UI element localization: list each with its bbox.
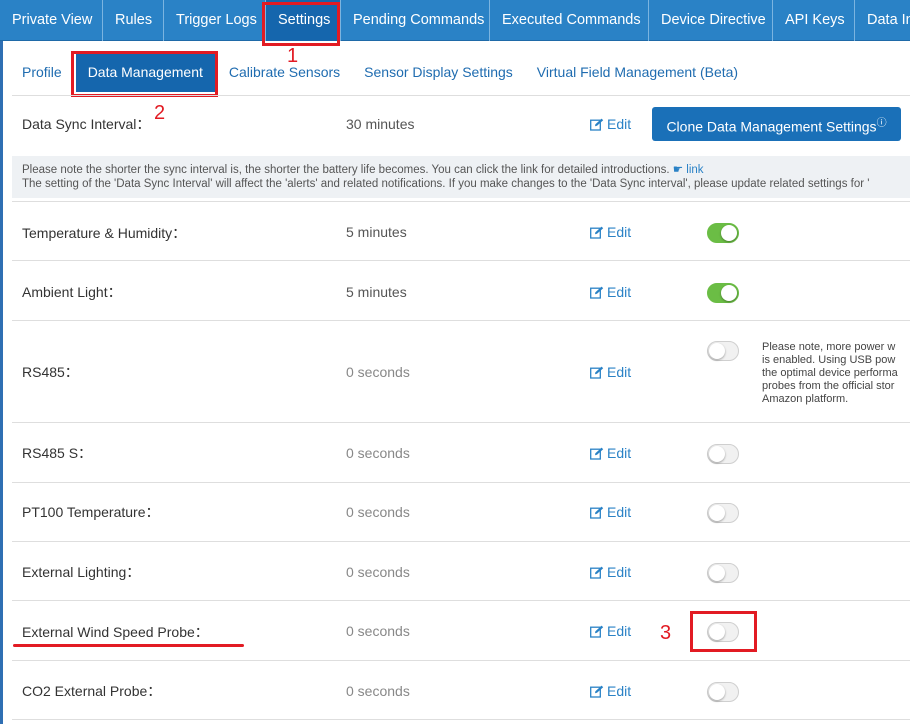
row-label-rs485: RS485： — [22, 364, 79, 380]
tab-data-in[interactable]: Data In — [855, 0, 910, 41]
toggle-external-lighting[interactable] — [707, 563, 739, 583]
toggle-temperature-humidity[interactable] — [707, 223, 739, 243]
toggle-external-wind-speed-probe[interactable] — [707, 622, 739, 642]
divider — [12, 320, 910, 321]
subtab-virtual-field-management[interactable]: Virtual Field Management (Beta) — [525, 52, 750, 92]
edit-link-pt100-temperature[interactable]: Edit — [590, 504, 631, 520]
subtab-sensor-display-settings[interactable]: Sensor Display Settings — [352, 52, 525, 92]
annotation-underline — [13, 644, 244, 647]
data-sync-interval-value: 30 minutes — [346, 116, 415, 132]
edit-link-rs485[interactable]: Edit — [590, 364, 631, 380]
edit-icon — [590, 286, 604, 299]
toggle-rs485-s[interactable] — [707, 444, 739, 464]
row-value-rs485: 0 seconds — [346, 364, 410, 380]
edit-icon — [590, 118, 604, 131]
divider — [12, 201, 910, 202]
annotation-box-data-management — [71, 51, 218, 97]
divider — [12, 541, 910, 542]
row-value-co2-external-probe: 0 seconds — [346, 683, 410, 699]
edit-icon — [590, 685, 604, 698]
edit-icon — [590, 366, 604, 379]
data-sync-interval-label: Data Sync Interval： — [22, 116, 151, 132]
tab-trigger-logs[interactable]: Trigger Logs — [164, 0, 266, 41]
row-value-rs485-s: 0 seconds — [346, 445, 410, 461]
row-label-ambient-light: Ambient Light： — [22, 284, 122, 300]
edit-label: Edit — [607, 504, 632, 520]
edit-link-ambient-light[interactable]: Edit — [590, 284, 631, 300]
row-value-external-wind-speed-probe: 0 seconds — [346, 623, 410, 639]
notice-link-label: link — [686, 164, 704, 176]
edit-label: Edit — [607, 116, 632, 132]
edit-icon — [590, 625, 604, 638]
annotation-number-3: 3 — [660, 622, 672, 644]
edit-icon — [590, 566, 604, 579]
edit-link-rs485-s[interactable]: Edit — [590, 445, 631, 461]
row-value-external-lighting: 0 seconds — [346, 564, 410, 580]
row-label-temperature-humidity: Temperature & Humidity： — [22, 225, 187, 241]
rs485-power-note: Please note, more power w is enabled. Us… — [762, 341, 910, 406]
divider — [12, 719, 910, 720]
tab-private-view[interactable]: Private View — [0, 0, 103, 41]
question-circle-icon: ⓘ — [876, 118, 887, 129]
rs485-note-line: Please note, more power w — [762, 341, 896, 353]
edit-icon — [590, 226, 604, 239]
tab-pending-commands[interactable]: Pending Commands — [341, 0, 490, 41]
edit-link-temperature-humidity[interactable]: Edit — [590, 224, 631, 240]
clone-data-management-settings-button[interactable]: Clone Data Management Settingsⓘ — [652, 107, 901, 141]
toggle-ambient-light[interactable] — [707, 283, 739, 303]
row-value-ambient-light: 5 minutes — [346, 284, 407, 300]
edit-label: Edit — [607, 445, 632, 461]
row-label-rs485-s: RS485 S： — [22, 445, 93, 461]
row-label-external-wind-speed-probe: External Wind Speed Probe： — [22, 624, 209, 640]
edit-label: Edit — [607, 284, 632, 300]
edit-link-co2-external-probe[interactable]: Edit — [590, 683, 631, 699]
notice-line-1: Please note the shorter the sync interva… — [22, 164, 670, 176]
divider — [12, 482, 910, 483]
row-value-pt100-temperature: 0 seconds — [346, 504, 410, 520]
divider — [12, 95, 910, 96]
divider — [12, 660, 910, 661]
tab-rules[interactable]: Rules — [103, 0, 164, 41]
toggle-pt100-temperature[interactable] — [707, 503, 739, 523]
rs485-note-line: is enabled. Using USB pow — [762, 354, 896, 366]
notice-line-2: The setting of the 'Data Sync Interval' … — [22, 178, 870, 190]
left-edge-strip — [0, 0, 3, 724]
clone-button-label: Clone Data Management Settings — [666, 118, 877, 135]
hand-pointer-icon: ☛ — [672, 164, 684, 176]
sync-interval-notice: Please note the shorter the sync interva… — [12, 156, 910, 198]
subtab-calibrate-sensors[interactable]: Calibrate Sensors — [217, 52, 352, 92]
edit-label: Edit — [607, 364, 632, 380]
edit-label: Edit — [607, 224, 632, 240]
top-navigation: Private View Rules Trigger Logs Settings… — [0, 0, 910, 41]
edit-label: Edit — [607, 564, 632, 580]
tab-api-keys[interactable]: API Keys — [773, 0, 855, 41]
divider — [12, 600, 910, 601]
toggle-rs485[interactable] — [707, 341, 739, 361]
edit-link-external-lighting[interactable]: Edit — [590, 564, 631, 580]
rs485-note-line: Amazon platform. — [762, 393, 849, 405]
edit-label: Edit — [607, 623, 632, 639]
annotation-number-2: 2 — [154, 102, 166, 124]
edit-label: Edit — [607, 683, 632, 699]
toggle-co2-external-probe[interactable] — [707, 682, 739, 702]
notice-link[interactable]: ☛ link — [673, 164, 704, 176]
edit-link-external-wind-speed-probe[interactable]: Edit — [590, 623, 631, 639]
subtab-profile[interactable]: Profile — [10, 52, 74, 92]
edit-icon — [590, 447, 604, 460]
edit-icon — [590, 506, 604, 519]
rs485-note-line: probes from the official stor — [762, 380, 895, 392]
row-label-pt100-temperature: PT100 Temperature： — [22, 504, 160, 520]
annotation-number-1: 1 — [287, 45, 299, 67]
rs485-note-line: the optimal device performa — [762, 367, 898, 379]
tab-device-directive[interactable]: Device Directive — [649, 0, 773, 41]
divider — [12, 260, 910, 261]
row-value-temperature-humidity: 5 minutes — [346, 224, 407, 240]
tab-executed-commands[interactable]: Executed Commands — [490, 0, 649, 41]
row-label-external-lighting: External Lighting： — [22, 564, 141, 580]
annotation-box-settings — [262, 2, 340, 46]
divider — [12, 422, 910, 423]
row-label-co2-external-probe: CO2 External Probe： — [22, 683, 162, 699]
data-sync-edit-link[interactable]: Edit — [590, 116, 631, 132]
